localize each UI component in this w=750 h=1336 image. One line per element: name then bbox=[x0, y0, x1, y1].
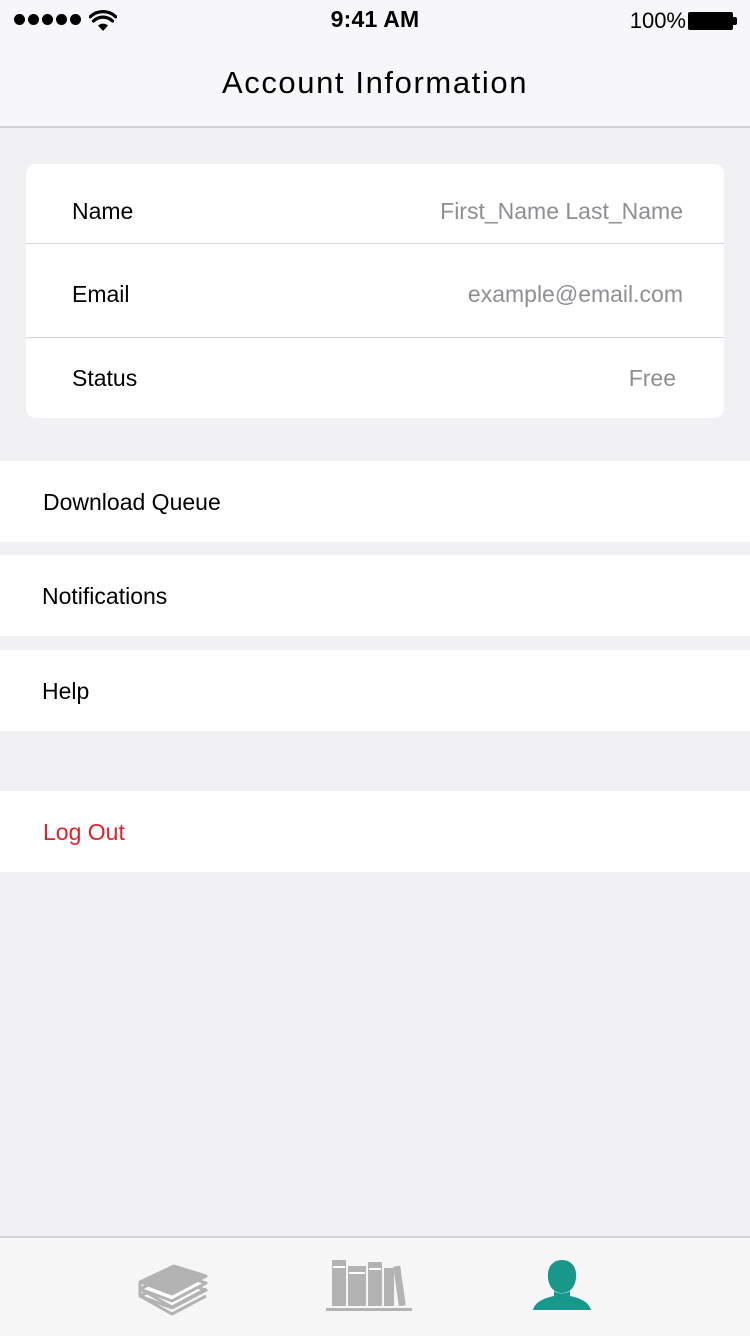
profile-icon bbox=[533, 1260, 591, 1310]
log-out-label: Log Out bbox=[43, 819, 125, 845]
log-out-row[interactable]: Log Out bbox=[0, 791, 750, 872]
notifications-row[interactable]: Notifications bbox=[0, 555, 750, 636]
help-label: Help bbox=[42, 678, 90, 704]
status-row: Status Free bbox=[26, 338, 724, 418]
name-value: First_Name Last_Name bbox=[440, 198, 683, 224]
page-title: Account Information bbox=[221, 65, 529, 100]
name-label: Name bbox=[72, 198, 134, 224]
notifications-label: Notifications bbox=[42, 583, 168, 609]
download-queue-label: Download Queue bbox=[43, 489, 221, 515]
email-label: Email bbox=[72, 281, 130, 307]
bookshelf-icon bbox=[326, 1260, 412, 1311]
status-value: Free bbox=[628, 365, 676, 391]
navigation-bar: Account Information bbox=[0, 40, 750, 128]
tab-library[interactable] bbox=[324, 1258, 414, 1317]
books-stack-icon bbox=[138, 1264, 208, 1316]
tab-books[interactable] bbox=[138, 1258, 208, 1325]
battery-percentage: 100% bbox=[629, 8, 686, 33]
name-row: Name First_Name Last_Name bbox=[26, 164, 724, 243]
email-row: Email example@email.com bbox=[26, 244, 724, 337]
status-label: Status bbox=[72, 365, 138, 391]
tab-bar bbox=[0, 1236, 750, 1336]
status-bar: 9:41 AM 100% bbox=[0, 0, 750, 40]
battery-icon bbox=[688, 12, 733, 30]
help-row[interactable]: Help bbox=[0, 650, 750, 731]
download-queue-row[interactable]: Download Queue bbox=[0, 461, 750, 542]
tab-profile[interactable] bbox=[532, 1258, 592, 1317]
email-value: example@email.com bbox=[467, 281, 683, 307]
battery-tip bbox=[733, 17, 737, 25]
account-info-card: Name First_Name Last_Name Email example@… bbox=[26, 164, 724, 418]
